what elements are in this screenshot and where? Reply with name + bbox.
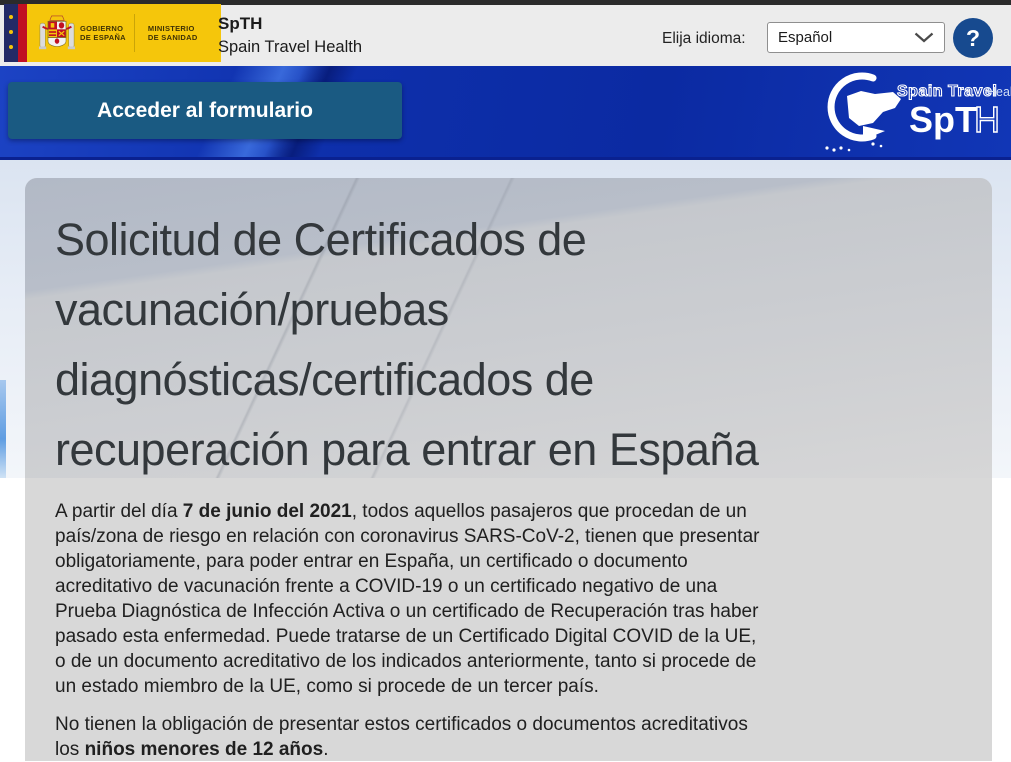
- eu-stars-band: [4, 4, 18, 62]
- intro-paragraph-1: A partir del día 7 de junio del 2021, to…: [55, 499, 770, 699]
- logo-divider: [134, 14, 135, 52]
- eu-flag-strip-icon: [4, 4, 35, 62]
- language-selected-value: Español: [778, 29, 832, 46]
- page-title-line: Solicitud de Certificados de: [55, 205, 962, 275]
- intro-paragraph-2: No tienen la obligación de presentar est…: [55, 712, 770, 762]
- access-form-button-label: Acceder al formulario: [97, 99, 313, 123]
- question-mark-icon: ?: [966, 25, 980, 52]
- app-identity: SpTH Spain Travel Health: [218, 14, 362, 57]
- app-name: Spain Travel Health: [218, 38, 362, 57]
- coat-of-arms-icon: [39, 10, 75, 56]
- gov-logo-plate: GOBIERNO DE ESPAÑA MINISTERIO DE SANIDAD: [35, 4, 221, 62]
- gobierno-label: GOBIERNO DE ESPAÑA: [80, 24, 126, 42]
- hero-photo-blue-edge: [0, 380, 6, 478]
- page-title: Solicitud de Certificados de vacunación/…: [25, 178, 992, 485]
- main-nav-band: Acceder al formulario Spain Travel Healt…: [0, 66, 1011, 160]
- brand-acronym-outline: H: [974, 99, 1000, 140]
- content-card: Solicitud de Certificados de vacunación/…: [25, 178, 992, 761]
- spain-map-icon: [847, 91, 901, 126]
- language-label: Elija idioma:: [662, 30, 746, 48]
- flag-yellow-band: [27, 4, 35, 62]
- p2-bold-children: niños menores de 12 años: [85, 739, 324, 760]
- ministerio-label: MINISTERIO DE SANIDAD: [148, 24, 198, 42]
- chevron-down-icon: [914, 32, 934, 43]
- page-title-line: diagnósticas/certificados de: [55, 345, 962, 415]
- page-title-line: vacunación/pruebas: [55, 275, 962, 345]
- app-acronym: SpTH: [218, 14, 362, 34]
- brand-title-main: Spain Travel: [897, 83, 997, 100]
- spth-brand-logo: Spain Travel Health SpT H: [811, 68, 1011, 160]
- p1-rest: , todos aquellos pasajeros que procedan …: [55, 501, 759, 697]
- p1-bold-date: 7 de junio del 2021: [183, 501, 352, 522]
- brand-acronym-main: SpT: [909, 99, 977, 140]
- spth-logo-icon: Spain Travel Health SpT H: [811, 68, 1011, 160]
- help-button[interactable]: ?: [953, 18, 993, 58]
- flag-red-band: [18, 4, 27, 62]
- government-logo: GOBIERNO DE ESPAÑA MINISTERIO DE SANIDAD: [4, 4, 221, 62]
- page-header: GOBIERNO DE ESPAÑA MINISTERIO DE SANIDAD…: [0, 5, 1011, 66]
- page-title-line: recuperación para entrar en España: [55, 415, 962, 485]
- intro-text: A partir del día 7 de junio del 2021, to…: [25, 485, 800, 762]
- p1-lead: A partir del día: [55, 501, 183, 522]
- language-select[interactable]: Español: [767, 22, 945, 53]
- p2-rest: .: [323, 739, 328, 760]
- access-form-button[interactable]: Acceder al formulario: [8, 82, 402, 139]
- brand-title-suffix: Health: [987, 85, 1011, 99]
